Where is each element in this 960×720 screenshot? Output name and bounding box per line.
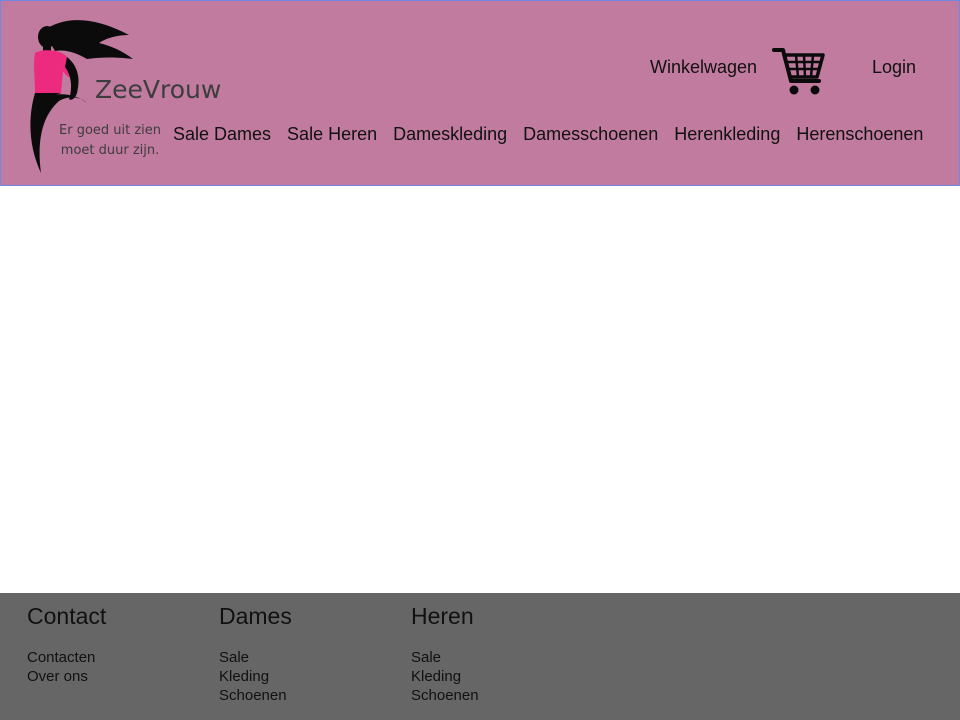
footer-column-dames: Dames Sale Kleding Schoenen: [219, 603, 399, 705]
footer-link-contacten[interactable]: Contacten: [27, 648, 207, 667]
footer-heading-heren: Heren: [411, 603, 474, 629]
brand-tagline: Er goed uit zien moet duur zijn.: [59, 121, 161, 161]
footer-heading-contact: Contact: [27, 603, 107, 629]
footer-column-contact: Contact Contacten Over ons: [27, 603, 207, 686]
site-footer: Contact Contacten Over ons Dames Sale Kl…: [0, 593, 960, 720]
footer-link-dames-schoenen[interactable]: Schoenen: [219, 686, 399, 705]
nav-sale-dames[interactable]: Sale Dames: [173, 124, 271, 145]
nav-herenkleding[interactable]: Herenkleding: [674, 124, 780, 145]
footer-link-dames-kleding[interactable]: Kleding: [219, 667, 399, 686]
nav-dameskleding[interactable]: Dameskleding: [393, 124, 507, 145]
footer-column-heren: Heren Sale Kleding Schoenen: [411, 603, 591, 705]
nav-herenschoenen[interactable]: Herenschoenen: [796, 124, 923, 145]
footer-link-heren-kleding[interactable]: Kleding: [411, 667, 591, 686]
nav-damesschoenen[interactable]: Damesschoenen: [523, 124, 658, 145]
main-content: [0, 186, 960, 593]
footer-link-over-ons[interactable]: Over ons: [27, 667, 207, 686]
tagline-line-1: Er goed uit zien: [59, 123, 162, 138]
site-header: ZeeVrouw Er goed uit zien moet duur zijn…: [0, 0, 960, 186]
footer-link-dames-sale[interactable]: Sale: [219, 648, 399, 667]
cart-link[interactable]: Winkelwagen: [650, 57, 757, 78]
cart-button[interactable]: [771, 45, 827, 99]
nav-sale-heren[interactable]: Sale Heren: [287, 124, 377, 145]
footer-link-heren-sale[interactable]: Sale: [411, 648, 591, 667]
tagline-line-2: moet duur zijn.: [60, 143, 160, 158]
brand-name: ZeeVrouw: [95, 75, 222, 104]
main-nav: Sale Dames Sale Heren Dameskleding Dames…: [173, 124, 923, 145]
footer-heading-dames: Dames: [219, 603, 292, 629]
brand-logo[interactable]: ZeeVrouw Er goed uit zien moet duur zijn…: [25, 13, 221, 178]
footer-link-heren-schoenen[interactable]: Schoenen: [411, 686, 591, 705]
login-link[interactable]: Login: [872, 57, 916, 78]
shopping-cart-icon: [772, 48, 825, 95]
